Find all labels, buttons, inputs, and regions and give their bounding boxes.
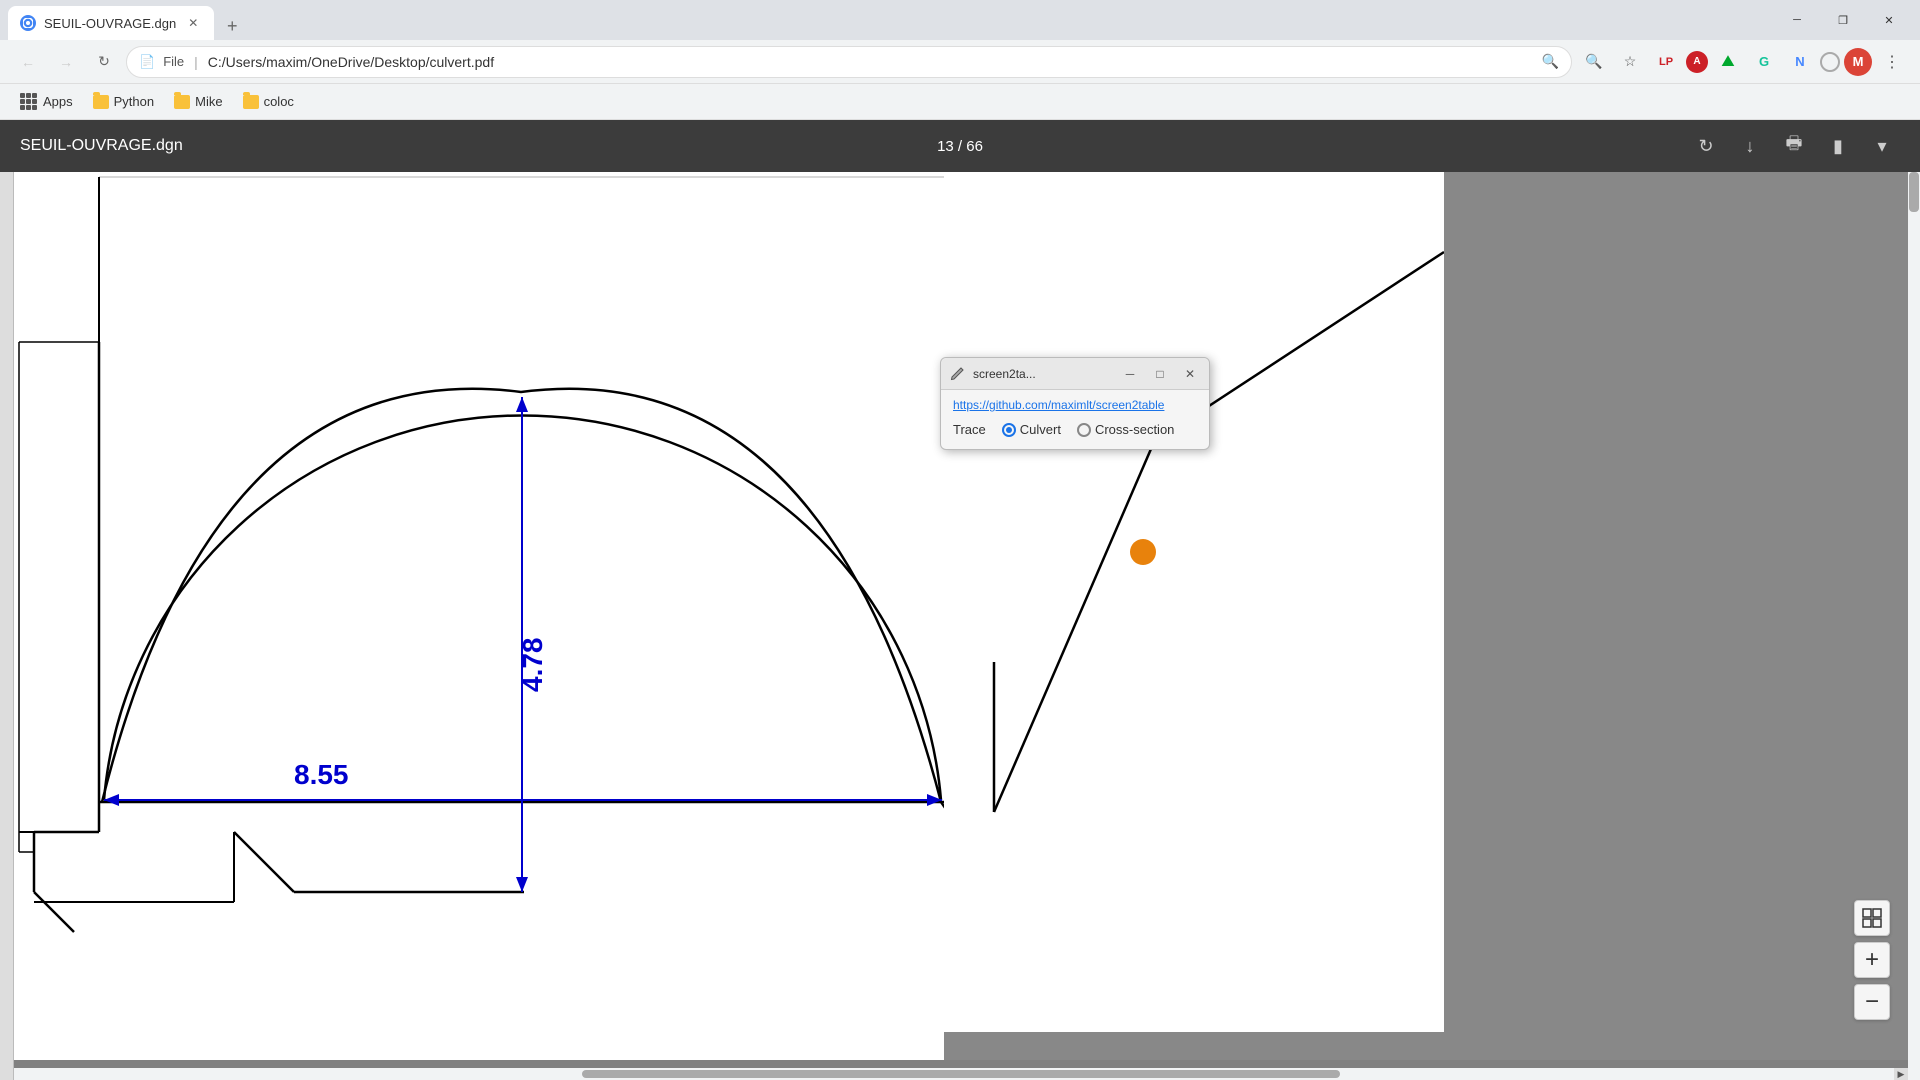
cross-section-radio[interactable]: Cross-section	[1077, 422, 1174, 437]
address-bar[interactable]: 📄 File | C:/Users/maxim/OneDrive/Desktop…	[126, 46, 1572, 78]
user-avatar[interactable]: M	[1844, 48, 1872, 76]
zoom-out-button[interactable]: −	[1854, 984, 1890, 1020]
pdf-header: SEUIL-OUVRAGE.dgn 13 / 66 ↻ ↓ 🖶 ▮ ▾	[0, 120, 1920, 172]
search-icon[interactable]: 🔍	[1578, 46, 1610, 78]
folder-icon-mike	[174, 95, 190, 109]
back-button[interactable]: ←	[12, 46, 44, 78]
bookmark-mike[interactable]: Mike	[166, 90, 230, 113]
pdf-download-button[interactable]: ↓	[1732, 128, 1768, 164]
bookmark-label-coloc: coloc	[264, 94, 294, 109]
pdf-toolbar-right: ↻ ↓ 🖶 ▮ ▾	[1688, 128, 1900, 164]
pdf-print-button[interactable]: 🖶	[1776, 128, 1812, 164]
close-button[interactable]: ✕	[1866, 0, 1912, 40]
tab-bar: SEUIL-OUVRAGE.dgn ✕ +	[8, 0, 246, 40]
reload-button[interactable]: ↻	[88, 46, 120, 78]
plugin-controls: Trace Culvert Cross-section	[953, 422, 1197, 437]
right-page-drawing	[944, 172, 1444, 1032]
pdf-bookmark-dropdown[interactable]: ▾	[1864, 128, 1900, 164]
bookmark-python[interactable]: Python	[85, 90, 162, 113]
culvert-radio-indicator	[1002, 423, 1016, 437]
minimize-button[interactable]: ─	[1774, 0, 1820, 40]
tab-favicon	[20, 15, 36, 31]
pdf-page: 8.55 4.78	[14, 172, 944, 1060]
trace-label: Trace	[953, 422, 986, 437]
tab-title: SEUIL-OUVRAGE.dgn	[44, 16, 176, 31]
plugin-minimize-button[interactable]: ─	[1119, 363, 1141, 385]
engineering-drawing: 8.55 4.78	[14, 172, 944, 1032]
cursor-dot	[1130, 539, 1156, 565]
grammarly-icon[interactable]: G	[1748, 46, 1780, 78]
adblock-icon[interactable]: A	[1686, 51, 1708, 73]
address-prefix: File	[163, 54, 184, 69]
apps-grid-icon	[20, 93, 37, 110]
file-icon: 📄	[139, 54, 155, 70]
menu-button[interactable]: ⋮	[1876, 46, 1908, 78]
title-bar: SEUIL-OUVRAGE.dgn ✕ + ─ ❐ ✕	[0, 0, 1920, 40]
tab-close-button[interactable]: ✕	[184, 14, 202, 32]
pdf-content[interactable]: 8.55 4.78	[0, 172, 1920, 1080]
scroll-right-button[interactable]: ▶	[1894, 1068, 1908, 1080]
new-tab-button[interactable]: +	[218, 12, 246, 40]
folder-icon-coloc	[243, 95, 259, 109]
pdf-right-background	[944, 172, 1908, 1060]
culvert-label: Culvert	[1020, 422, 1061, 437]
cross-section-radio-indicator	[1077, 423, 1091, 437]
plugin-body: https://github.com/maximlt/screen2table …	[941, 390, 1209, 449]
plugin-title: screen2ta...	[973, 367, 1111, 381]
folder-icon	[93, 95, 109, 109]
zoom-controls: + −	[1854, 900, 1890, 1020]
culvert-radio[interactable]: Culvert	[1002, 422, 1061, 437]
circle-icon[interactable]	[1820, 52, 1840, 72]
plugin-maximize-button[interactable]: □	[1149, 363, 1171, 385]
maximize-button[interactable]: ❐	[1820, 0, 1866, 40]
bookmark-label-mike: Mike	[195, 94, 222, 109]
nav-toolbar: ← → ↻ 📄 File | C:/Users/maxim/OneDrive/D…	[0, 40, 1920, 84]
svg-text:8.55: 8.55	[294, 759, 349, 790]
vertical-scrollbar[interactable]	[1908, 172, 1920, 1080]
horizontal-scrollbar[interactable]	[14, 1068, 1908, 1080]
pdf-bookmark-button[interactable]: ▮	[1820, 128, 1856, 164]
plugin-window: screen2ta... ─ □ ✕ https://github.com/ma…	[940, 357, 1210, 450]
bookmarks-bar: Apps Python Mike coloc	[0, 84, 1920, 120]
pdf-viewer: SEUIL-OUVRAGE.dgn 13 / 66 ↻ ↓ 🖶 ▮ ▾	[0, 120, 1920, 1080]
pdf-refresh-button[interactable]: ↻	[1688, 128, 1724, 164]
evernote-icon[interactable]: ⛰	[1712, 46, 1744, 78]
pdf-title: SEUIL-OUVRAGE.dgn	[20, 137, 183, 155]
page-edge-left	[0, 172, 14, 1080]
address-text: C:/Users/maxim/OneDrive/Desktop/culvert.…	[208, 54, 1534, 70]
zoom-in-button[interactable]: +	[1854, 942, 1890, 978]
bookmark-coloc[interactable]: coloc	[235, 90, 302, 113]
forward-button[interactable]: →	[50, 46, 82, 78]
toolbar-icons: 🔍 ☆ LP A ⛰ G N M ⋮	[1578, 46, 1908, 78]
h-scrollbar-thumb[interactable]	[582, 1070, 1340, 1078]
cross-section-label: Cross-section	[1095, 422, 1174, 437]
lastpass-icon[interactable]: LP	[1650, 46, 1682, 78]
svg-text:4.78: 4.78	[517, 638, 548, 693]
bookmark-label-python: Python	[114, 94, 154, 109]
scrollbar-thumb[interactable]	[1909, 172, 1919, 212]
active-tab[interactable]: SEUIL-OUVRAGE.dgn ✕	[8, 6, 214, 40]
plugin-close-button[interactable]: ✕	[1179, 363, 1201, 385]
zoom-fit-button[interactable]	[1854, 900, 1890, 936]
plugin-url-link[interactable]: https://github.com/maximlt/screen2table	[953, 398, 1197, 412]
apps-label: Apps	[43, 94, 73, 109]
nordvpn-icon[interactable]: N	[1784, 46, 1816, 78]
pdf-page-info: 13 / 66	[937, 138, 983, 155]
star-icon[interactable]: ☆	[1614, 46, 1646, 78]
plugin-titlebar: screen2ta... ─ □ ✕	[941, 358, 1209, 390]
apps-button[interactable]: Apps	[12, 89, 81, 114]
search-icon: 🔍	[1542, 53, 1559, 70]
window-controls: ─ ❐ ✕	[1774, 0, 1912, 40]
plugin-pencil-icon	[949, 366, 965, 382]
